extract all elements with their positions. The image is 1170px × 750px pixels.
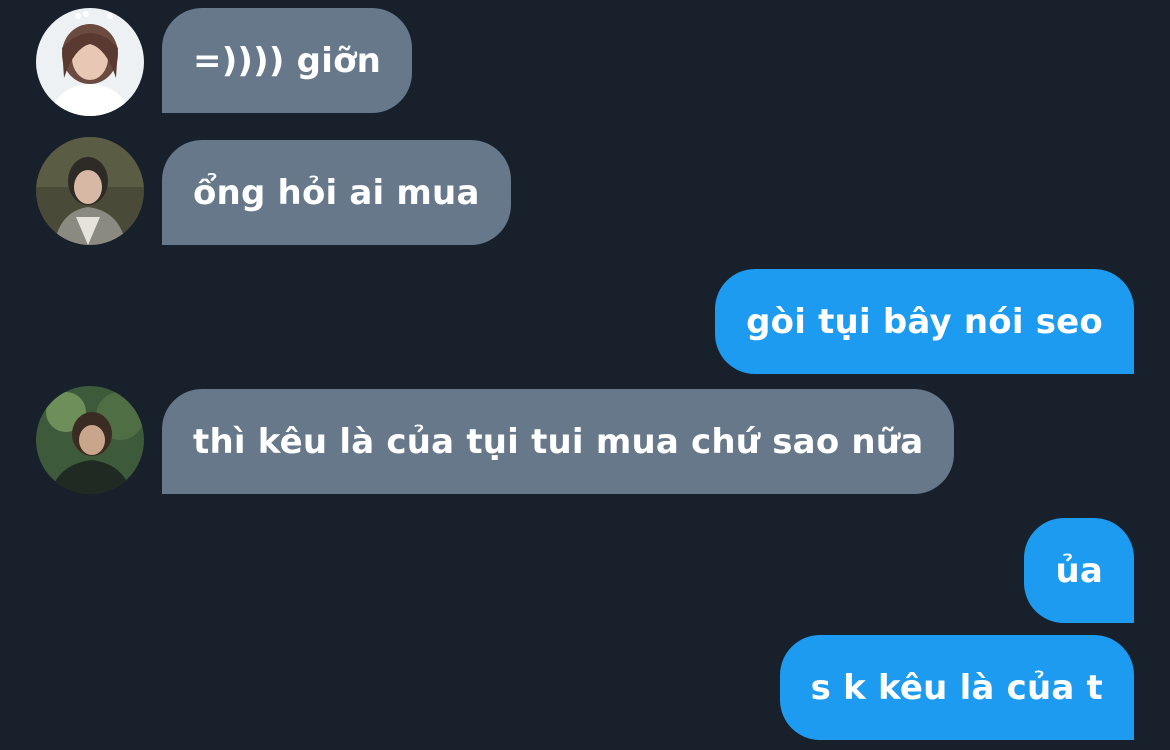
message-text: thì kêu là của tụi tui mua chứ sao nữa	[193, 421, 924, 462]
message-row: thì kêu là của tụi tui mua chứ sao nữa	[0, 386, 1170, 495]
message-text: ổng hỏi ai mua	[193, 172, 480, 213]
outgoing-message-bubble[interactable]: gòi tụi bây nói seo	[715, 269, 1134, 374]
message-text: ủa	[1055, 550, 1103, 591]
message-row: s k kêu là của t	[0, 635, 1170, 741]
incoming-message-bubble[interactable]: ổng hỏi ai mua	[162, 140, 511, 245]
message-text: =)))) giỡn	[193, 40, 382, 81]
message-text: s k kêu là của t	[810, 667, 1103, 708]
user-avatar-3-icon[interactable]	[36, 386, 144, 494]
outgoing-message-bubble[interactable]: s k kêu là của t	[779, 635, 1134, 740]
message-row: gòi tụi bây nói seo	[0, 269, 1170, 375]
incoming-message-bubble[interactable]: =)))) giỡn	[162, 8, 413, 113]
message-row: ủa	[0, 518, 1170, 624]
user-avatar-1-icon[interactable]	[36, 8, 144, 116]
outgoing-message-bubble[interactable]: ủa	[1024, 518, 1134, 623]
message-row: =)))) giỡn	[0, 8, 1170, 116]
incoming-message-bubble[interactable]: thì kêu là của tụi tui mua chứ sao nữa	[162, 389, 955, 494]
chat-thread: =)))) giỡn ổng hỏi ai mua gòi tụi bây nó…	[0, 0, 1170, 750]
message-row: ổng hỏi ai mua	[0, 137, 1170, 246]
user-avatar-2-icon[interactable]	[36, 137, 144, 245]
message-text: gòi tụi bây nói seo	[746, 301, 1103, 342]
